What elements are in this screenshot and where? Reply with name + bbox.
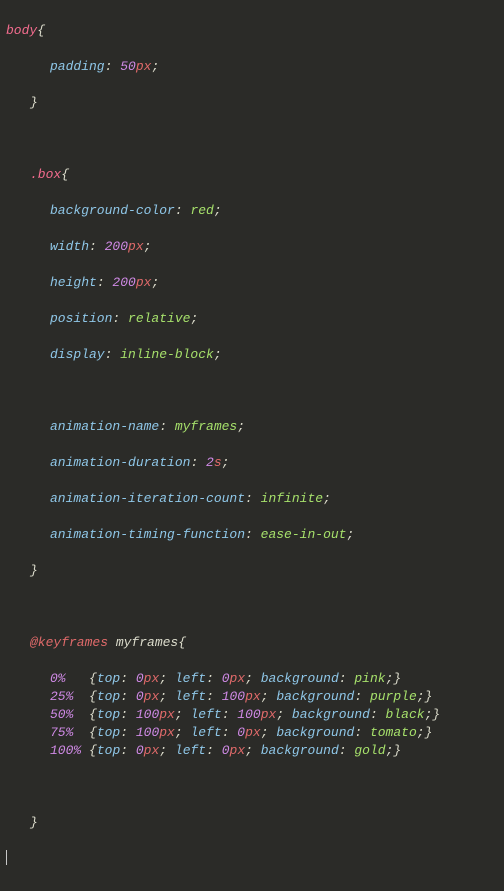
- atrule-keyframes: @keyframes: [30, 635, 108, 650]
- decl: background-color: red;: [6, 202, 498, 220]
- decl: animation-timing-function: ease-in-out;: [6, 526, 498, 544]
- keyframe-stop: 25% {top: 0px; left: 100px; background: …: [6, 688, 498, 706]
- brace-open: {: [37, 23, 45, 38]
- decl: display: inline-block;: [6, 346, 498, 364]
- brace-close: }: [30, 815, 38, 830]
- decl: animation-iteration-count: infinite;: [6, 490, 498, 508]
- decl: width: 200px;: [6, 238, 498, 256]
- brace-close: }: [30, 95, 38, 110]
- selector-box: .box: [30, 167, 61, 182]
- keyframe-stop: 0% {top: 0px; left: 0px; background: pin…: [6, 670, 498, 688]
- brace-close: }: [30, 563, 38, 578]
- decl: height: 200px;: [6, 274, 498, 292]
- code-editor[interactable]: body{ padding: 50px; } .box{ background-…: [0, 0, 504, 891]
- keyframe-stop: 75% {top: 100px; left: 0px; background: …: [6, 724, 498, 742]
- decl: animation-duration: 2s;: [6, 454, 498, 472]
- decl: position: relative;: [6, 310, 498, 328]
- decl: padding: 50px;: [6, 58, 498, 76]
- keyframe-stop: 100% {top: 0px; left: 0px; background: g…: [6, 742, 498, 760]
- keyframes-name: myframes: [116, 635, 178, 650]
- decl: animation-name: myframes;: [6, 418, 498, 436]
- selector-body: body: [6, 23, 37, 38]
- keyframe-stop: 50% {top: 100px; left: 100px; background…: [6, 706, 498, 724]
- text-cursor: [6, 850, 7, 865]
